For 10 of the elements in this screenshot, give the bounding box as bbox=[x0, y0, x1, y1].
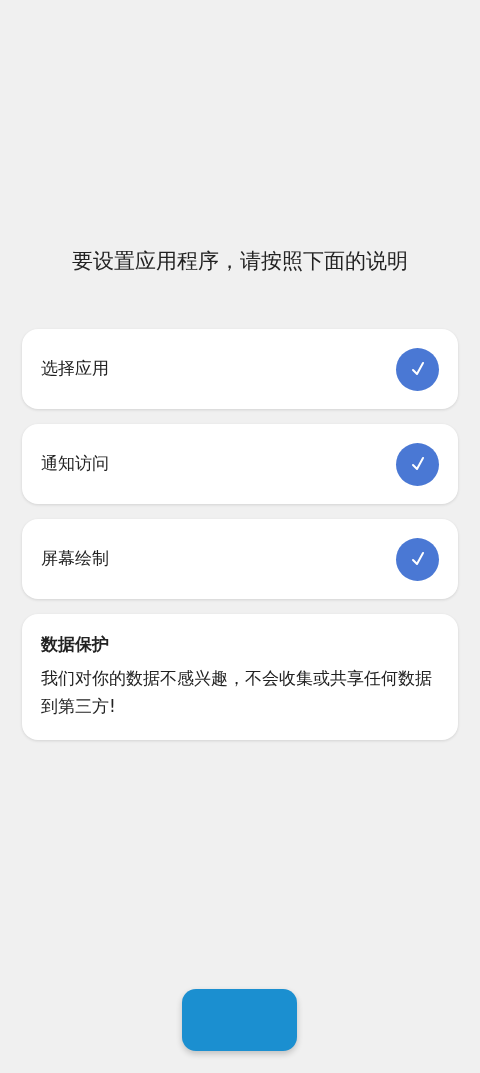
privacy-text: 我们对你的数据不感兴趣，不会收集或共享任何数据到第三方! bbox=[41, 666, 433, 718]
step-label: 选择应用 bbox=[41, 357, 109, 381]
heading: 要设置应用程序，请按照下面的说明 bbox=[71, 248, 409, 275]
step-label: 屏幕绘制 bbox=[41, 547, 109, 571]
step-card[interactable]: 通知访问 bbox=[22, 424, 458, 504]
step-card[interactable]: 选择应用 bbox=[22, 329, 458, 409]
step-label: 通知访问 bbox=[41, 452, 109, 476]
step-card[interactable]: 屏幕绘制 bbox=[22, 519, 458, 599]
privacy-title: 数据保护 bbox=[41, 633, 110, 656]
next-button[interactable] bbox=[181, 989, 297, 1051]
